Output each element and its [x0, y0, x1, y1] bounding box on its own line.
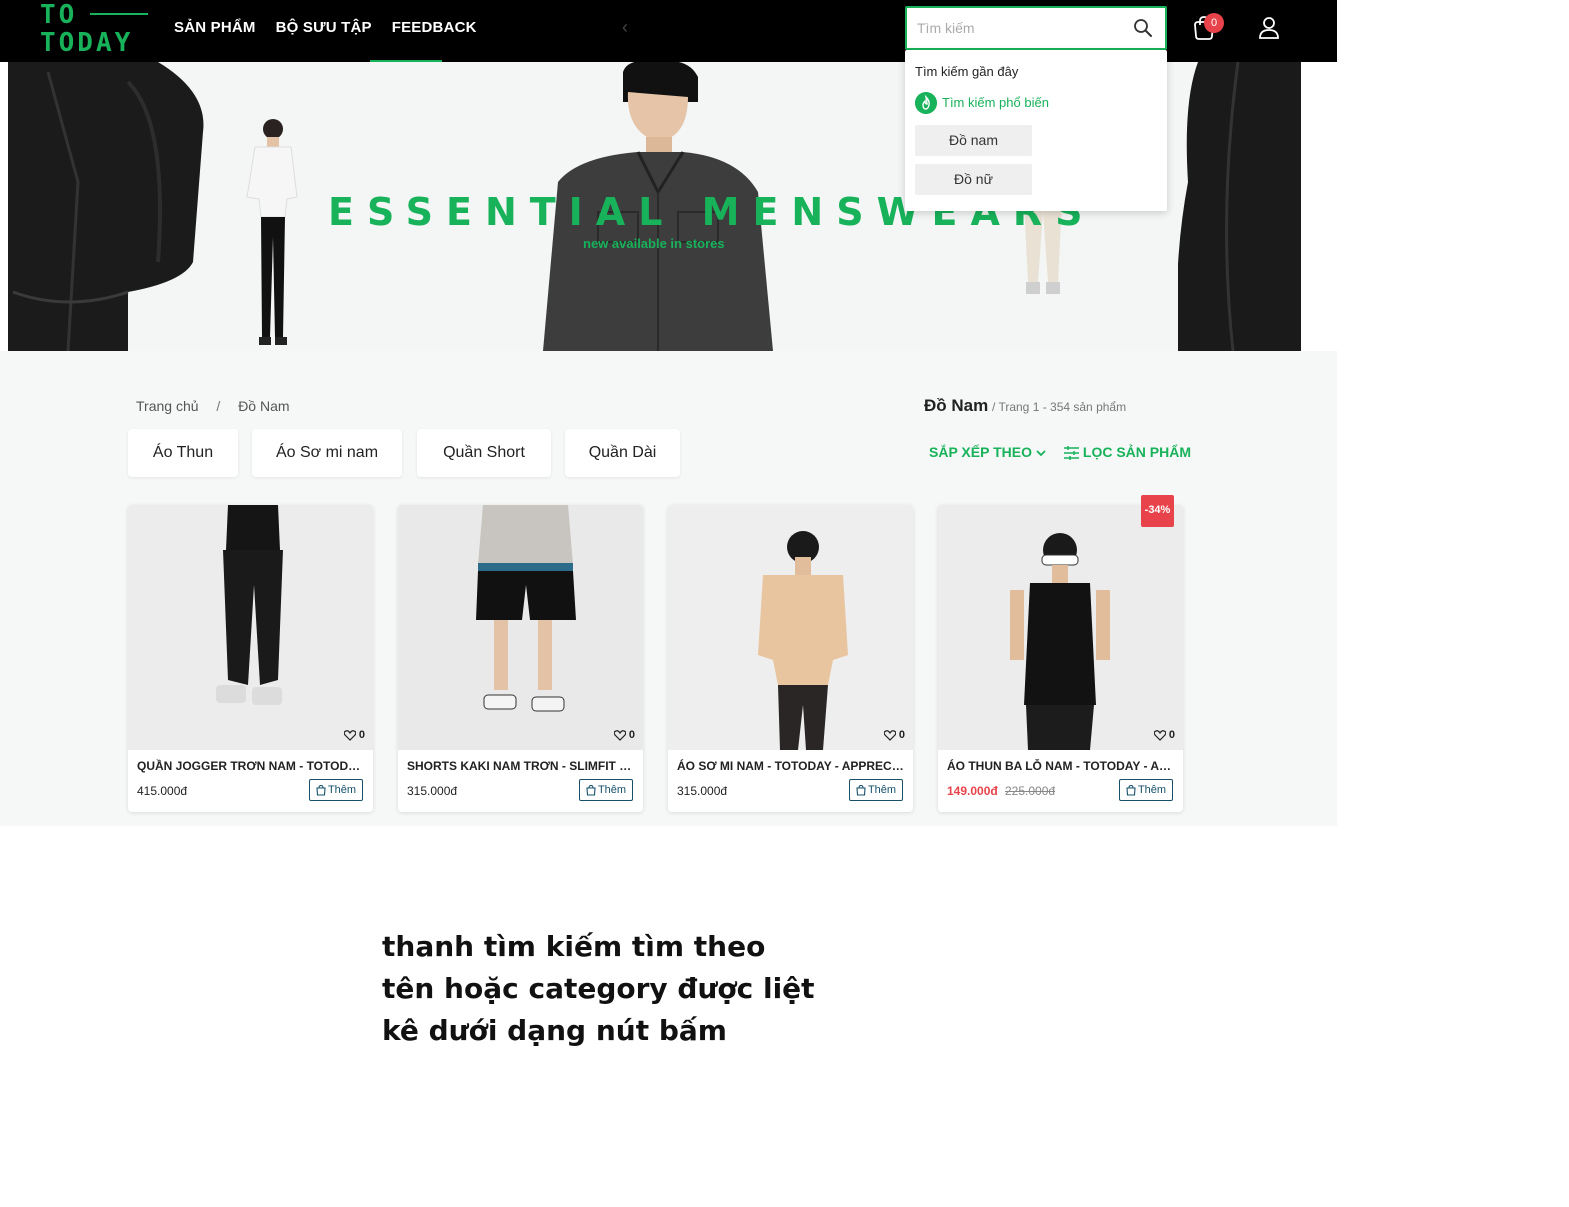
cart-count-badge: 0 [1204, 13, 1224, 33]
search-input[interactable] [917, 16, 1127, 40]
heart-icon [1153, 729, 1166, 741]
add-to-cart-button[interactable]: Thêm [849, 779, 903, 801]
breadcrumb: Trang chủ / Đồ Nam [136, 398, 304, 414]
product-sale-price: 149.000đ [947, 784, 998, 798]
logo[interactable]: TO TODAY [40, 0, 150, 58]
breadcrumb-current: Đồ Nam [238, 398, 290, 414]
product-card[interactable]: 0 QUẦN JOGGER TRƠN NAM - TOTODAY - CARGO… [128, 505, 373, 812]
like-count: 0 [628, 729, 635, 741]
filter-sliders-icon [1064, 446, 1079, 461]
banner-black-coat-image [1178, 62, 1301, 351]
bag-icon [1126, 784, 1136, 796]
discount-badge: -34% [1141, 495, 1174, 527]
product-listing-section: Trang chủ / Đồ Nam Đồ Nam / Trang 1 - 35… [0, 351, 1337, 826]
filter-button[interactable]: LỌC SẢN PHẨM [1064, 444, 1192, 461]
banner-model-white-shirt-image [246, 119, 298, 345]
bag-icon [586, 784, 596, 796]
breadcrumb-separator: / [216, 398, 221, 414]
add-to-cart-button[interactable]: Thêm [309, 779, 363, 801]
product-image[interactable] [398, 505, 643, 750]
product-name[interactable]: SHORTS KAKI NAM TRƠN - SLIMFIT - TOTODAY [407, 759, 635, 773]
search-suggestions-dropdown: Tìm kiếm gần đây Tìm kiếm phổ biến Đồ na… [905, 50, 1167, 211]
product-image[interactable] [938, 505, 1183, 750]
chevron-left-icon[interactable]: ‹ [622, 17, 628, 38]
search-box [905, 6, 1167, 50]
user-icon[interactable] [1258, 16, 1280, 40]
product-image[interactable] [668, 505, 913, 750]
search-chip-do-nam[interactable]: Đồ nam [915, 125, 1032, 156]
product-image[interactable] [128, 505, 373, 750]
category-button-quan-short[interactable]: Quần Short [417, 429, 551, 477]
main-nav: SẢN PHẨM BỘ SƯU TẬP FEEDBACK [174, 0, 497, 62]
category-button-ao-thun[interactable]: Áo Thun [128, 429, 238, 477]
sort-button[interactable]: SẮP XẾP THEO [929, 444, 1046, 460]
product-original-price: 225.000đ [1005, 784, 1056, 798]
page-title: Đồ Nam [924, 396, 989, 415]
like-count: 0 [1168, 729, 1175, 741]
search-chip-do-nu[interactable]: Đồ nữ [915, 164, 1032, 195]
banner-leather-jacket-image [8, 62, 204, 351]
like-button[interactable]: 0 [1153, 729, 1175, 741]
product-price: 415.000đ [137, 784, 188, 798]
like-count: 0 [898, 729, 905, 741]
nav-item-bo-suu-tap[interactable]: BỘ SƯU TẬP [276, 0, 372, 62]
annotation-note: thanh tìm kiếm tìm theo tên hoặc categor… [382, 930, 815, 1047]
chevron-down-icon [1036, 450, 1046, 457]
add-to-cart-label: Thêm [327, 784, 357, 796]
like-count: 0 [358, 729, 365, 741]
nav-item-feedback[interactable]: FEEDBACK [392, 0, 477, 62]
fire-icon [915, 92, 937, 114]
nav-item-san-pham[interactable]: SẢN PHẨM [174, 0, 256, 62]
product-card[interactable]: 0 ÁO SƠ MI NAM - TOTODAY - APPRECIATE 31… [668, 505, 913, 812]
search-icon[interactable] [1133, 18, 1153, 38]
like-button[interactable]: 0 [343, 729, 365, 741]
banner-subtitle: new available in stores [583, 236, 725, 251]
product-price: 315.000đ [677, 784, 728, 798]
sort-label: SẮP XẾP THEO [929, 444, 1032, 460]
heart-icon [613, 729, 626, 741]
add-to-cart-label: Thêm [867, 784, 897, 796]
add-to-cart-button[interactable]: Thêm [1119, 779, 1173, 801]
page-info: / Trang 1 - 354 sản phẩm [992, 400, 1127, 414]
add-to-cart-label: Thêm [1137, 784, 1167, 796]
logo-line1: TO [40, 0, 78, 30]
bag-icon [856, 784, 866, 796]
product-name[interactable]: ÁO THUN BA LỖ NAM - TOTODAY - ANOTHER [947, 759, 1175, 773]
logo-dash [90, 13, 148, 15]
product-name[interactable]: QUẦN JOGGER TRƠN NAM - TOTODAY - CARGO [137, 759, 365, 773]
add-to-cart-label: Thêm [597, 784, 627, 796]
product-name[interactable]: ÁO SƠ MI NAM - TOTODAY - APPRECIATE [677, 759, 905, 773]
logo-line2: TODAY [40, 28, 134, 58]
product-card[interactable]: 0 SHORTS KAKI NAM TRƠN - SLIMFIT - TOTOD… [398, 505, 643, 812]
category-button-quan-dai[interactable]: Quần Dài [565, 429, 680, 477]
heart-icon [883, 729, 896, 741]
popular-searches-label: Tìm kiếm phổ biến [942, 95, 1049, 110]
recent-searches-label: Tìm kiếm gần đây [915, 64, 1019, 79]
heart-icon [343, 729, 356, 741]
product-price: 315.000đ [407, 784, 458, 798]
category-button-ao-so-mi-nam[interactable]: Áo Sơ mi nam [252, 429, 402, 477]
breadcrumb-home-link[interactable]: Trang chủ [136, 398, 199, 414]
product-card[interactable]: -34% 0 ÁO THUN BA LỖ NAM - TOTODAY - ANO… [938, 495, 1183, 812]
like-button[interactable]: 0 [613, 729, 635, 741]
bag-icon [316, 784, 326, 796]
add-to-cart-button[interactable]: Thêm [579, 779, 633, 801]
like-button[interactable]: 0 [883, 729, 905, 741]
filter-label: LỌC SẢN PHẨM [1082, 444, 1192, 460]
